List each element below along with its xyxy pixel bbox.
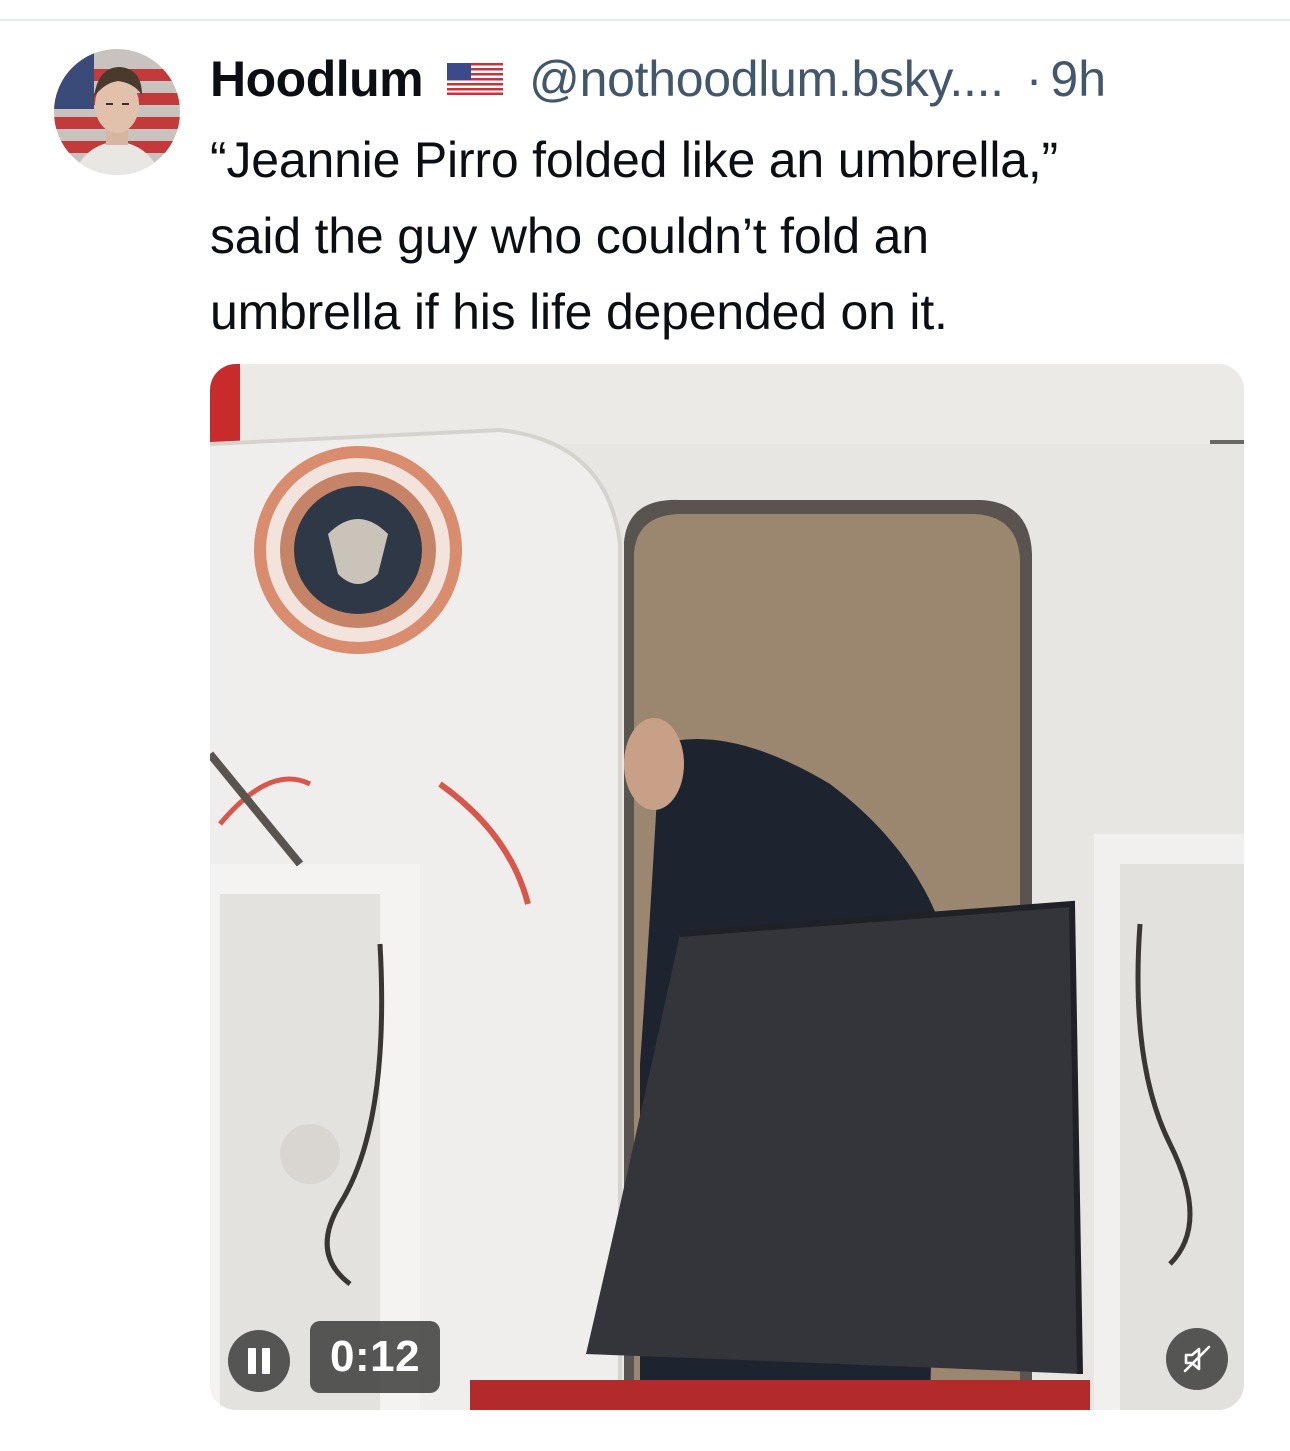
pause-icon [245, 1348, 273, 1374]
video-elapsed-time: 0:12 [310, 1321, 441, 1393]
us-flag-icon [447, 63, 504, 95]
mute-toggle-button[interactable] [1166, 1328, 1228, 1390]
avatar-image [54, 49, 180, 175]
post-header: Hoodlum @nothoodlum.bsky.... · 9h [210, 48, 1250, 110]
speaker-muted-icon [1183, 1345, 1211, 1373]
avatar[interactable] [54, 49, 180, 175]
video-player[interactable]: 0:12 [210, 364, 1244, 1410]
pause-button[interactable] [228, 1330, 290, 1392]
video-frame [210, 364, 1244, 1410]
display-name[interactable]: Hoodlum [210, 50, 424, 108]
top-divider [0, 19, 1290, 21]
user-handle[interactable]: @nothoodlum.bsky.... [529, 50, 1004, 108]
post-text: “Jeannie Pirro folded like an umbrella,”… [210, 132, 1058, 340]
separator-dot: · [1025, 51, 1043, 107]
post-timestamp[interactable]: 9h [1050, 50, 1106, 108]
